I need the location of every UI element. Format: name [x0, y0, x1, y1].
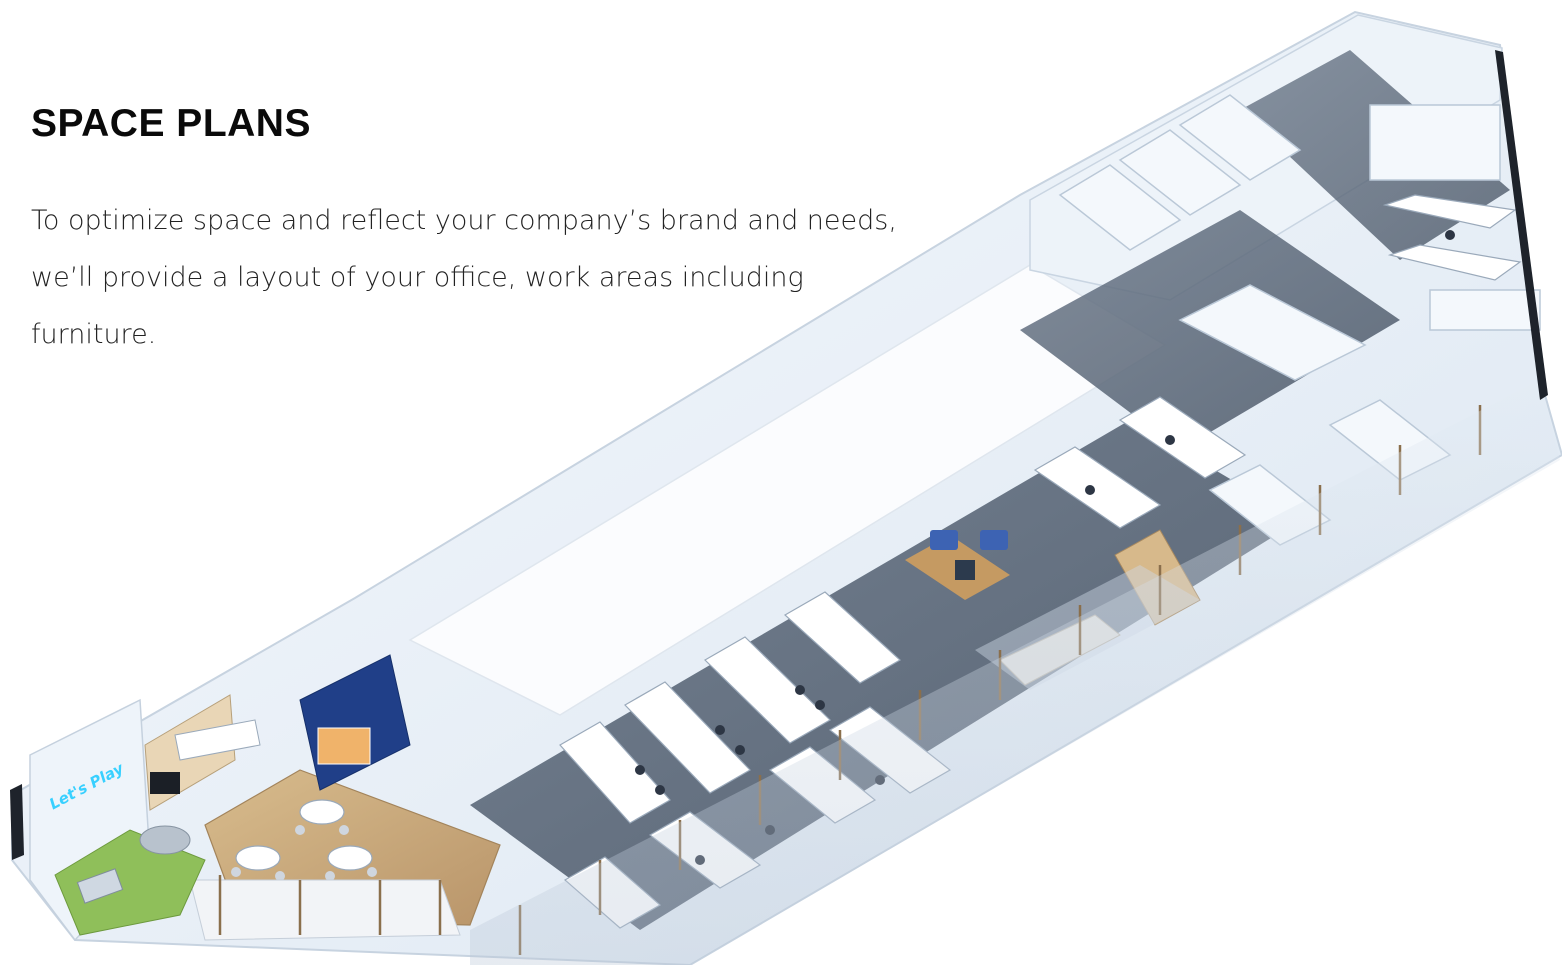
- office-floor-plan-illustration: Let's Play: [10, 10, 1562, 965]
